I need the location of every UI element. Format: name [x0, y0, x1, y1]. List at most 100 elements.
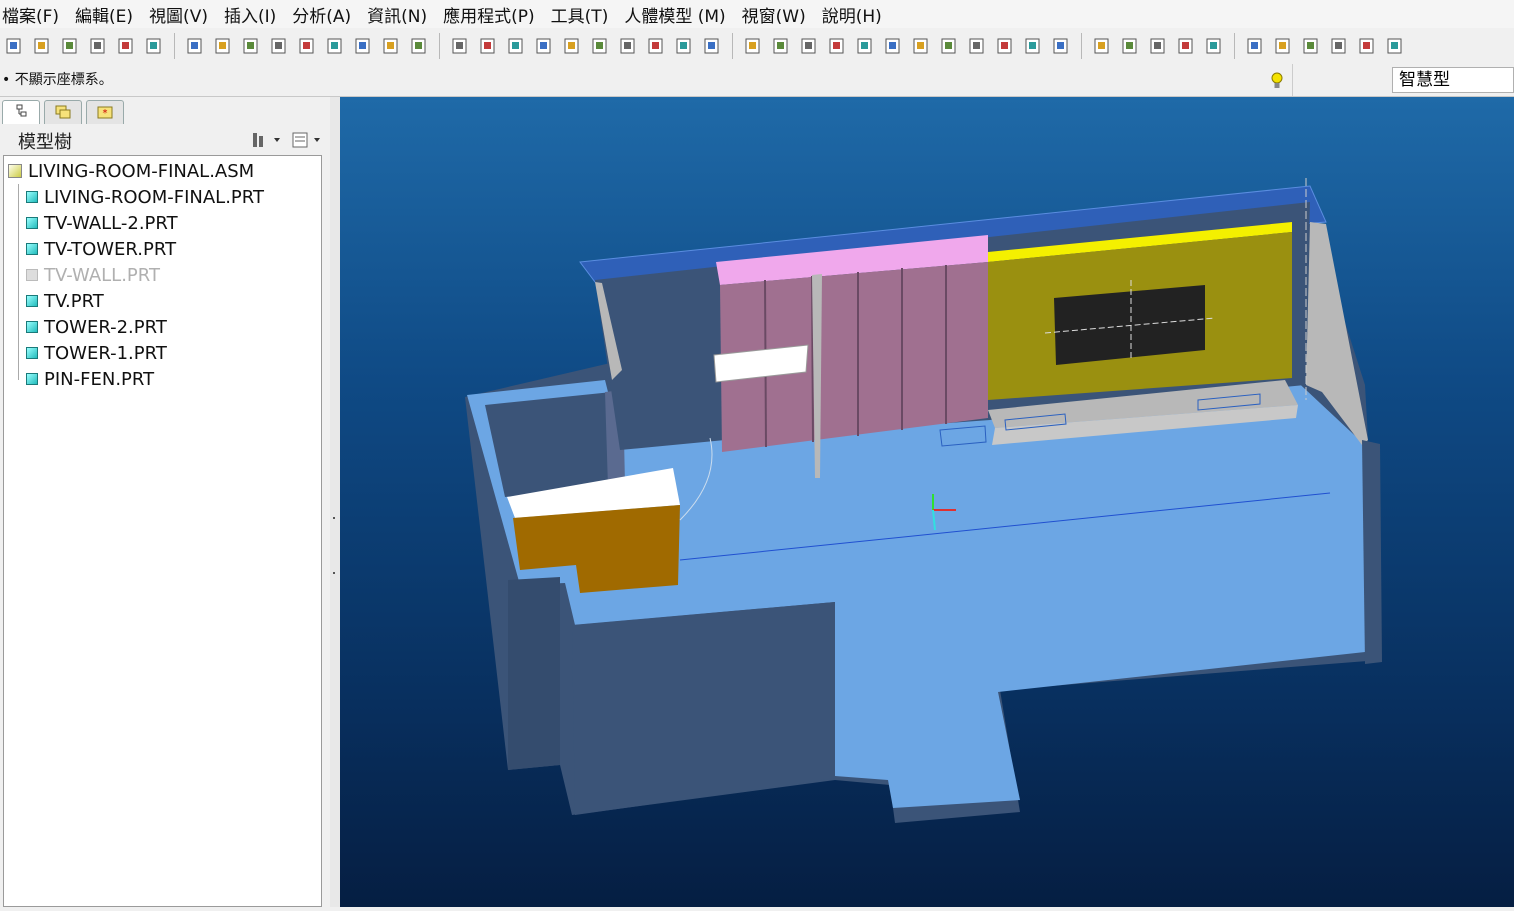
window-check-icon[interactable] [184, 35, 206, 57]
select-box-icon[interactable] [701, 35, 723, 57]
zoom-in-icon[interactable] [882, 35, 904, 57]
tree-item-label: TV-WALL-2.PRT [44, 212, 178, 234]
save-icon[interactable] [324, 35, 346, 57]
selection-filter-select[interactable]: 智慧型 [1392, 67, 1514, 93]
folder-icon[interactable] [115, 35, 137, 57]
menu-item-7[interactable]: 工具(T) [551, 2, 609, 27]
new-file-icon[interactable] [268, 35, 290, 57]
coord-sys-icon[interactable] [1328, 35, 1350, 57]
open-folder-icon[interactable] [296, 35, 318, 57]
regenerate-icon[interactable] [59, 35, 81, 57]
zoom-out-icon[interactable] [910, 35, 932, 57]
spin-center-icon[interactable] [798, 35, 820, 57]
menu-item-6[interactable]: 應用程式(P) [443, 2, 535, 27]
pan-icon[interactable] [854, 35, 876, 57]
window-close-icon[interactable] [212, 35, 234, 57]
part-icon [26, 243, 38, 255]
left-pillar [508, 577, 560, 770]
menu-item-8[interactable]: 人體模型 (M) [624, 2, 725, 27]
appearance-icon[interactable] [1050, 35, 1072, 57]
svg-text:*: * [103, 108, 108, 119]
no-hidden-icon[interactable] [1147, 35, 1169, 57]
new-icon[interactable] [3, 35, 25, 57]
paste-icon[interactable] [561, 35, 583, 57]
tree-item[interactable]: TOWER-1.PRT [26, 340, 167, 366]
cut-icon[interactable] [505, 35, 527, 57]
tree-item[interactable]: TV-WALL.PRT [26, 262, 160, 288]
annotations-icon[interactable] [1356, 35, 1378, 57]
print-preview-icon[interactable] [380, 35, 402, 57]
model-tree: LIVING-ROOM-FINAL.ASM LIVING-ROOM-FINAL.… [3, 155, 322, 907]
model-tree-icon [16, 104, 27, 117]
shaded-icon[interactable] [1175, 35, 1197, 57]
menu-item-3[interactable]: 插入(I) [224, 2, 276, 27]
tree-item[interactable]: TV.PRT [26, 288, 104, 314]
part-icon [26, 191, 38, 203]
navigator-panel: * 模型樹 LIVING-ROOM-FINAL.ASM LIVING-ROOM-… [0, 97, 340, 907]
datum-planes-icon[interactable] [1244, 35, 1266, 57]
menu-item-1[interactable]: 編輯(E) [75, 2, 133, 27]
toolbar-separator [1081, 33, 1082, 59]
tree-item[interactable]: TV-WALL-2.PRT [26, 210, 178, 236]
model-tree-header: 模型樹 [0, 125, 330, 153]
menu-item-10[interactable]: 說明(H) [822, 2, 882, 27]
sketch-icon[interactable] [742, 35, 764, 57]
tree-item[interactable]: TOWER-2.PRT [26, 314, 167, 340]
undo-icon[interactable] [449, 35, 471, 57]
datum-icon[interactable] [770, 35, 792, 57]
tree-item[interactable]: LIVING-ROOM-FINAL.PRT [26, 184, 264, 210]
tree-item-label: TV-TOWER.PRT [44, 238, 177, 260]
part-icon [26, 217, 38, 229]
link-icon[interactable] [143, 35, 165, 57]
orient-icon[interactable] [966, 35, 988, 57]
move-icon[interactable] [617, 35, 639, 57]
wireframe-icon[interactable] [1091, 35, 1113, 57]
navigator-tabs: * [0, 97, 340, 125]
tree-item[interactable]: TV-TOWER.PRT [26, 236, 176, 262]
saved-views-icon[interactable] [994, 35, 1016, 57]
tree-root-label: LIVING-ROOM-FINAL.ASM [28, 160, 255, 182]
save-copy-icon[interactable] [87, 35, 109, 57]
open-icon[interactable] [31, 35, 53, 57]
window-multi-icon[interactable] [240, 35, 262, 57]
redo-icon[interactable] [477, 35, 499, 57]
lightbulb-icon[interactable] [1268, 70, 1286, 92]
layers-icon[interactable] [1022, 35, 1044, 57]
paste-special-icon[interactable] [589, 35, 611, 57]
menu-item-4[interactable]: 分析(A) [292, 2, 351, 27]
find-icon[interactable] [673, 35, 695, 57]
tab-model-tree[interactable] [2, 100, 40, 124]
part-icon [26, 269, 38, 281]
tree-root[interactable]: LIVING-ROOM-FINAL.ASM [8, 158, 254, 184]
hidden-line-icon[interactable] [1119, 35, 1141, 57]
tab-folder-browser[interactable] [44, 100, 82, 124]
refit-icon[interactable] [938, 35, 960, 57]
tree-columns-icon[interactable] [290, 130, 324, 150]
menu-item-5[interactable]: 資訊(N) [367, 2, 427, 27]
tree-item[interactable]: PIN-FEN.PRT [26, 366, 154, 392]
datum-axes-icon[interactable] [1272, 35, 1294, 57]
panel-splitter[interactable] [330, 97, 340, 907]
graphics-window[interactable] [340, 97, 1514, 907]
print-icon[interactable] [352, 35, 374, 57]
copy-move-icon[interactable] [645, 35, 667, 57]
shading-icon[interactable] [826, 35, 848, 57]
part-icon [26, 373, 38, 385]
right-wall-post [1362, 440, 1382, 664]
part-icon [26, 321, 38, 333]
menu-item-2[interactable]: 視圖(V) [149, 2, 208, 27]
tree-settings-icon[interactable] [250, 130, 284, 150]
menu-item-9[interactable]: 視窗(W) [742, 2, 806, 27]
status-message: • 不顯示座標系。 [2, 72, 113, 88]
context-help-icon[interactable] [1384, 35, 1406, 57]
email-icon[interactable] [408, 35, 430, 57]
assembly-3d-view[interactable] [340, 97, 1514, 907]
tree-item-label: TV-WALL.PRT [44, 264, 160, 286]
copy-icon[interactable] [533, 35, 555, 57]
enhanced-icon[interactable] [1203, 35, 1225, 57]
tab-favorites[interactable]: * [86, 100, 124, 124]
menu-item-0[interactable]: 檔案(F) [2, 2, 59, 27]
folder-browser-icon [55, 105, 71, 119]
toolbar-separator [1234, 33, 1235, 59]
datum-points-icon[interactable] [1300, 35, 1322, 57]
